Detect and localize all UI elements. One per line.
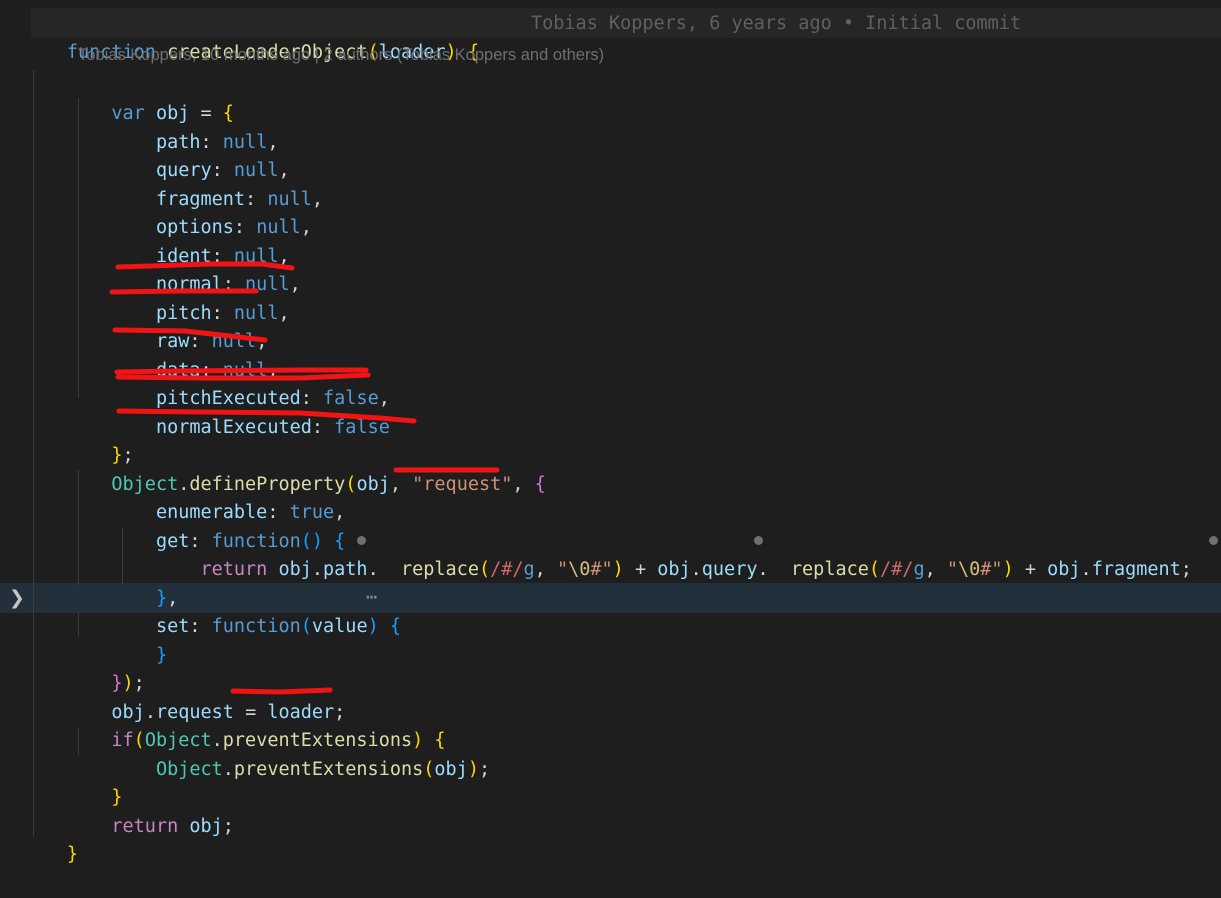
code-content[interactable]: function createLoaderObject(loader) { va… (0, 0, 1221, 865)
code-line-11[interactable]: raw: null, (0, 299, 1221, 352)
code-line-22[interactable]: } (0, 613, 1221, 666)
code-line-28[interactable]: return obj; (0, 784, 1221, 837)
folded-region-ellipsis[interactable]: ⋯ (366, 584, 377, 613)
code-line-24[interactable]: obj.request = loader; (0, 670, 1221, 723)
code-line-26[interactable]: Object.preventExtensions(obj); (0, 727, 1221, 780)
code-line-10[interactable]: pitch: null, (0, 271, 1221, 324)
code-line-7[interactable]: options: null, (0, 185, 1221, 238)
code-line-29[interactable]: } (0, 812, 1221, 865)
git-blame-authors-row[interactable]: Tobias Koppers, 10 months ago | 2 author… (78, 41, 604, 70)
code-line-16[interactable]: Object.defineProperty(obj, "request", { (0, 442, 1221, 495)
git-blame-inline-annotation[interactable]: Tobias Koppers, 6 years ago • Initial co… (531, 10, 1021, 39)
code-line-27[interactable]: } (0, 755, 1221, 808)
code-line-20[interactable]: }, (0, 556, 1221, 609)
code-editor[interactable]: ❯ function createLoaderObject(loader) { … (0, 0, 1221, 865)
code-line-4[interactable]: path: null, (0, 100, 1221, 153)
code-line-29-text: } (66, 843, 78, 865)
code-line-25[interactable]: if(Object.preventExtensions) { (0, 698, 1221, 751)
code-line-15[interactable]: }; (0, 413, 1221, 466)
inlay-hint-dot-1 (357, 536, 366, 545)
code-line-14[interactable]: normalExecuted: false (0, 385, 1221, 438)
code-line-21[interactable]: set: function(value) { (0, 584, 1221, 637)
code-line-12[interactable]: data: null, (0, 328, 1221, 381)
code-line-17[interactable]: enumerable: true, (0, 470, 1221, 523)
code-line-23[interactable]: }); (0, 641, 1221, 694)
code-line-5[interactable]: query: null, (0, 128, 1221, 181)
code-line-13[interactable]: pitchExecuted: false, (0, 356, 1221, 409)
code-line-19[interactable]: return obj.path. replace(/#/g, "\0#") + … (0, 527, 1221, 580)
inlay-hint-dot-3 (1209, 536, 1218, 545)
code-line-3[interactable]: var obj = { (0, 71, 1221, 124)
code-line-9[interactable]: normal: null, (0, 242, 1221, 295)
inlay-hint-dot-2 (754, 536, 763, 545)
code-line-8[interactable]: ident: null, (0, 214, 1221, 267)
code-line-6[interactable]: fragment: null, (0, 157, 1221, 210)
code-line-18[interactable]: get: function() { (0, 499, 1221, 552)
